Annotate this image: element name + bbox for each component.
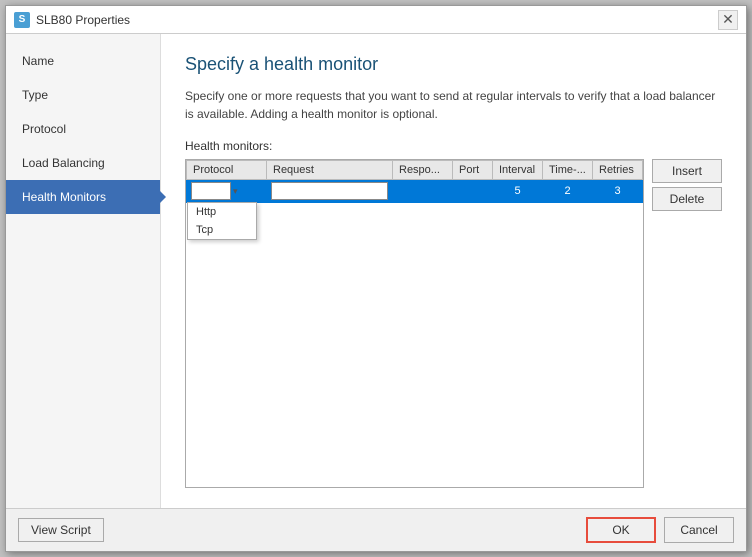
table-header: Protocol Request Respo... Port Interval … [187,161,643,180]
protocol-input[interactable] [191,182,231,200]
sidebar-item-name[interactable]: Name [6,44,160,78]
table-buttons: Insert Delete [652,159,722,488]
col-request: Request [267,161,393,180]
window-icon: S [14,12,30,28]
cell-protocol[interactable]: ▾ Http Tcp [187,180,267,203]
col-response: Respo... [393,161,453,180]
request-input[interactable] [271,182,388,200]
protocol-option-http[interactable]: Http [188,203,256,221]
ok-button[interactable]: OK [586,517,656,543]
sidebar-item-load-balancing[interactable]: Load Balancing [6,146,160,180]
main-window: S SLB80 Properties ✕ Name Type Protocol … [5,5,747,552]
sidebar-item-health-monitors[interactable]: Health Monitors [6,180,160,214]
delete-button[interactable]: Delete [652,187,722,211]
window-title: SLB80 Properties [36,13,130,27]
col-protocol: Protocol [187,161,267,180]
window-body: Name Type Protocol Load Balancing Health… [6,34,746,508]
title-bar: S SLB80 Properties ✕ [6,6,746,34]
col-interval: Interval [493,161,543,180]
protocol-option-tcp[interactable]: Tcp [188,221,256,239]
protocol-dropdown-arrow[interactable]: ▾ [233,186,238,197]
cell-timeout[interactable]: 2 [543,180,593,203]
sidebar-item-protocol[interactable]: Protocol [6,112,160,146]
title-bar-left: S SLB80 Properties [14,12,130,28]
table-row[interactable]: ▾ Http Tcp [187,180,643,203]
view-script-button[interactable]: View Script [18,518,104,542]
insert-button[interactable]: Insert [652,159,722,183]
sidebar: Name Type Protocol Load Balancing Health… [6,34,161,508]
protocol-dropdown-popup: Http Tcp [187,202,257,240]
page-title: Specify a health monitor [185,54,722,75]
close-button[interactable]: ✕ [718,10,738,30]
cell-retries[interactable]: 3 [593,180,643,203]
col-timeout: Time-... [543,161,593,180]
col-port: Port [453,161,493,180]
col-retries: Retries [593,161,643,180]
table-header-row: Protocol Request Respo... Port Interval … [187,161,643,180]
health-monitors-table: Protocol Request Respo... Port Interval … [186,160,643,203]
cell-port[interactable] [453,180,493,203]
cell-request[interactable] [267,180,393,203]
health-monitors-label: Health monitors: [185,139,722,153]
footer-right: OK Cancel [586,517,734,543]
cancel-button[interactable]: Cancel [664,517,734,543]
table-body: ▾ Http Tcp [187,180,643,203]
cell-interval[interactable]: 5 [493,180,543,203]
health-monitors-table-container: Protocol Request Respo... Port Interval … [185,159,644,488]
description-text: Specify one or more requests that you wa… [185,87,722,123]
cell-response[interactable] [393,180,453,203]
footer: View Script OK Cancel [6,508,746,551]
sidebar-item-type[interactable]: Type [6,78,160,112]
protocol-cell: ▾ [191,182,262,200]
main-content: Specify a health monitor Specify one or … [161,34,746,508]
table-section: Protocol Request Respo... Port Interval … [185,159,722,488]
